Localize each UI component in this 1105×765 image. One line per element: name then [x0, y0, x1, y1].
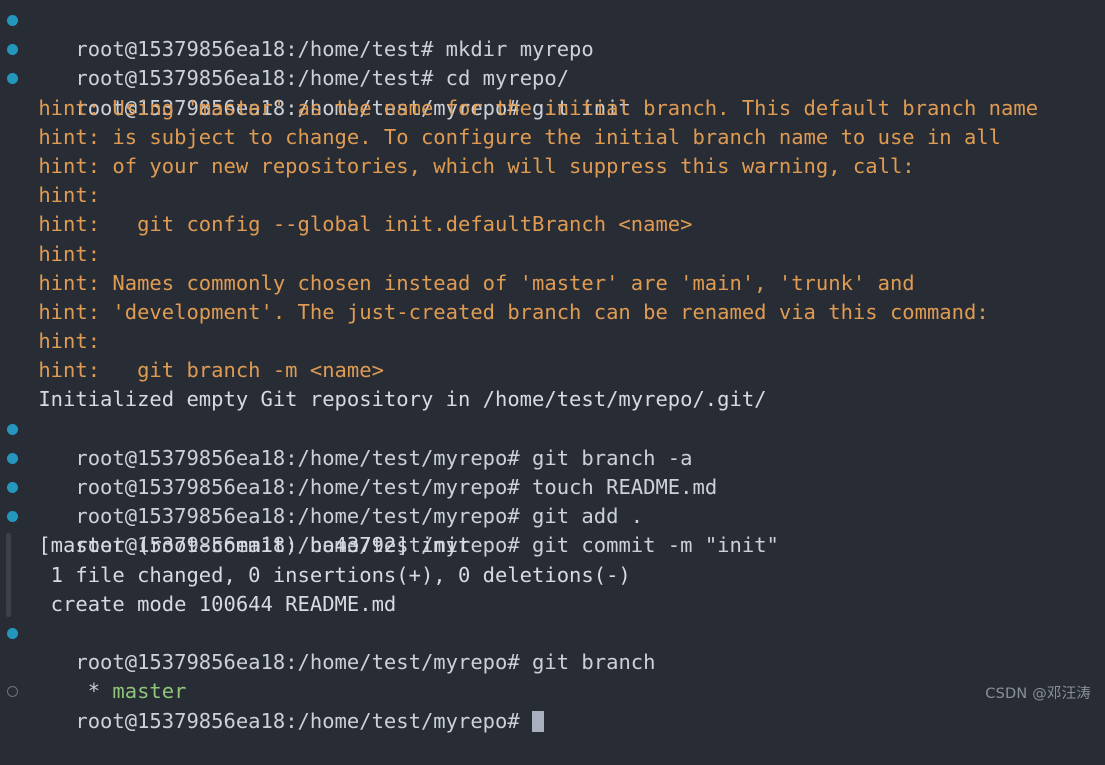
prompt-status-dot-icon — [7, 628, 18, 640]
prompt-status-dot-icon — [7, 423, 18, 435]
terminal-prompt-line: root@15379856ea18:/home/test/myrepo# git… — [0, 64, 1105, 120]
terminal-prompt-line: root@15379856ea18:/home/test/myrepo# git… — [0, 415, 1105, 470]
terminal-output-line: hint: of your new repositories, which wi… — [26, 153, 915, 178]
terminal-output-line: hint: Using 'master' as the name for the… — [26, 95, 1039, 120]
terminal-output-line: hint: is subject to change. To configure… — [26, 124, 1002, 149]
terminal-output-line: hint: 'development'. The just-created br… — [26, 299, 989, 324]
prompt-status-dot-icon — [7, 482, 18, 494]
terminal-prompt-line: root@15379856ea18:/home/test# cd myrepo/ — [0, 35, 1105, 90]
prompt-text: root@15379856ea18:/home/test/myrepo# — [75, 708, 520, 733]
prompt-status-dot-icon — [7, 15, 18, 27]
csdn-watermark: CSDN @邓汪涛 — [985, 686, 1091, 702]
terminal-output-line: hint: git config --global init.defaultBr… — [26, 212, 693, 237]
terminal-output-line: 1 file changed, 0 insertions(+), 0 delet… — [26, 562, 631, 587]
prompt-status-dot-icon — [7, 452, 18, 464]
terminal-output-line: [master (root-commit) ba43792] init — [26, 533, 471, 558]
terminal-active-prompt-line[interactable]: root@15379856ea18:/home/test/myrepo# — [0, 677, 1105, 733]
prompt-status-dot-icon — [7, 511, 18, 523]
terminal-prompt-line: root@15379856ea18:/home/test/myrepo# git… — [0, 619, 1105, 674]
terminal-output-line: hint: — [26, 241, 101, 266]
terminal-prompt-line: root@15379856ea18:/home/test/myrepo# tou… — [0, 444, 1105, 499]
command-text — [520, 709, 532, 733]
terminal-output-line: hint: — [26, 183, 101, 208]
terminal-window[interactable]: root@15379856ea18:/home/test# mkdir myre… — [0, 0, 1105, 733]
terminal-output-line: hint: Names commonly chosen instead of '… — [26, 270, 915, 295]
text-cursor — [532, 710, 545, 732]
terminal-prompt-line: root@15379856ea18:/home/test/myrepo# git… — [0, 473, 1105, 528]
git-init-output-block: hint: Using 'master' as the name for the… — [0, 94, 1105, 415]
git-commit-output-block: [master (root-commit) ba43792] init 1 fi… — [0, 531, 1105, 619]
terminal-output-line: create mode 100644 README.md — [26, 591, 397, 616]
prompt-status-dot-icon — [7, 686, 18, 698]
terminal-prompt-line: root@15379856ea18:/home/test# mkdir myre… — [0, 6, 1105, 61]
terminal-output-line: hint: git branch -m <name> — [26, 358, 384, 383]
terminal-branch-line: * master — [0, 648, 1105, 703]
terminal-prompt-line: root@15379856ea18:/home/test/myrepo# git… — [0, 502, 1105, 557]
prompt-status-dot-icon — [7, 73, 18, 85]
terminal-output-line: Initialized empty Git repository in /hom… — [26, 387, 767, 412]
terminal-output-line: hint: — [26, 329, 101, 354]
prompt-status-dot-icon — [7, 44, 18, 56]
